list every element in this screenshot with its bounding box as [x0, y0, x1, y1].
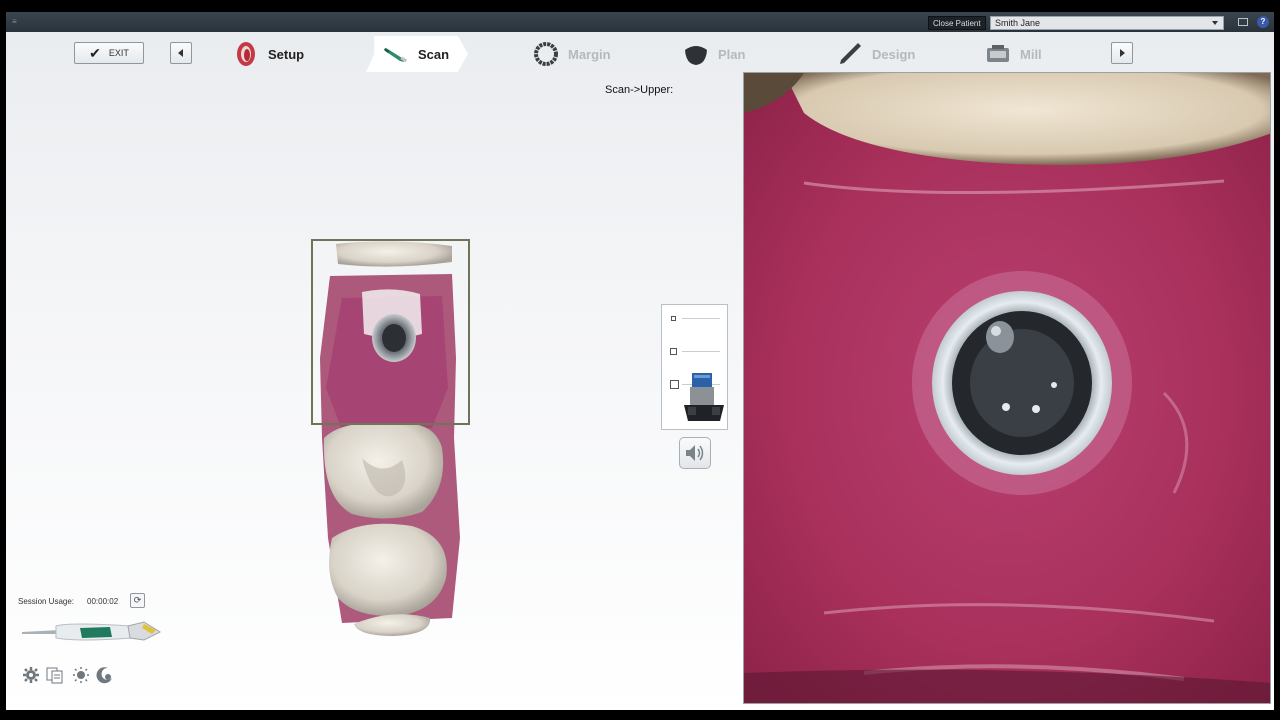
scan-arch-label: Scan->Upper: [605, 84, 674, 96]
step-mill[interactable]: Mill [984, 36, 1042, 72]
previous-step-button[interactable] [170, 42, 192, 64]
step-label: Design [872, 46, 916, 62]
title-bar: ≡ Close Patient Smith Jane ? [6, 12, 1274, 32]
session-usage-label: Session Usage: [18, 597, 75, 606]
exit-button[interactable]: ✔ EXIT [74, 42, 144, 64]
3d-scan-model[interactable] [302, 238, 472, 638]
live-camera-view[interactable] [743, 72, 1271, 704]
step-label: Scan [418, 46, 450, 62]
jaw-icon [237, 42, 255, 66]
camera-image [744, 73, 1270, 703]
refresh-icon: ⟳ [133, 595, 142, 605]
size-small-option[interactable] [671, 316, 676, 321]
step-label: Plan [718, 46, 746, 62]
margin-ring-icon [534, 42, 558, 66]
step-label: Margin [568, 46, 611, 62]
tooth-icon [685, 46, 707, 65]
divider [682, 351, 720, 352]
mill-machine-icon [987, 45, 1009, 62]
scanner-wand-icon [384, 48, 408, 63]
step-scan[interactable]: Scan [366, 36, 468, 72]
check-icon: ✔ [89, 44, 101, 61]
step-setup[interactable]: Setup [232, 36, 304, 72]
step-design[interactable]: Design [836, 36, 915, 72]
next-step-button[interactable] [1111, 42, 1133, 64]
documents-icon[interactable] [46, 666, 66, 684]
chevron-left-icon [178, 49, 183, 57]
refresh-session-button[interactable]: ⟳ [130, 593, 145, 608]
shading-toggle-icon[interactable] [96, 666, 114, 684]
app-window: ≡ Close Patient Smith Jane ? ✔ EXIT Setu… [6, 12, 1274, 710]
chevron-right-icon [1120, 49, 1125, 57]
chevron-down-icon [1212, 21, 1218, 25]
step-margin[interactable]: Margin [532, 36, 611, 72]
sound-toggle-button[interactable] [679, 437, 711, 469]
divider [682, 318, 720, 319]
pen-icon [840, 43, 861, 64]
scan-tool-panel [661, 304, 728, 430]
scan-body-icon [684, 373, 724, 421]
patient-name: Smith Jane [995, 18, 1041, 28]
gear-icon[interactable] [22, 666, 40, 684]
help-icon[interactable]: ? [1257, 16, 1269, 28]
speaker-icon [686, 445, 704, 461]
exit-label: EXIT [108, 48, 129, 58]
screen-mode-icon[interactable] [1238, 18, 1248, 26]
scanner-wand-status-icon [22, 621, 162, 641]
size-large-option[interactable] [670, 380, 679, 389]
step-label: Setup [268, 46, 305, 62]
step-label: Mill [1020, 46, 1042, 62]
size-medium-option[interactable] [670, 348, 677, 355]
close-patient-button[interactable]: Close Patient [928, 16, 986, 30]
patient-select[interactable]: Smith Jane [990, 16, 1224, 30]
brightness-icon[interactable] [72, 666, 90, 684]
session-usage-time: 00:00:02 [87, 597, 119, 606]
step-plan[interactable]: Plan [682, 36, 745, 72]
app-menu-icon[interactable]: ≡ [12, 17, 22, 26]
